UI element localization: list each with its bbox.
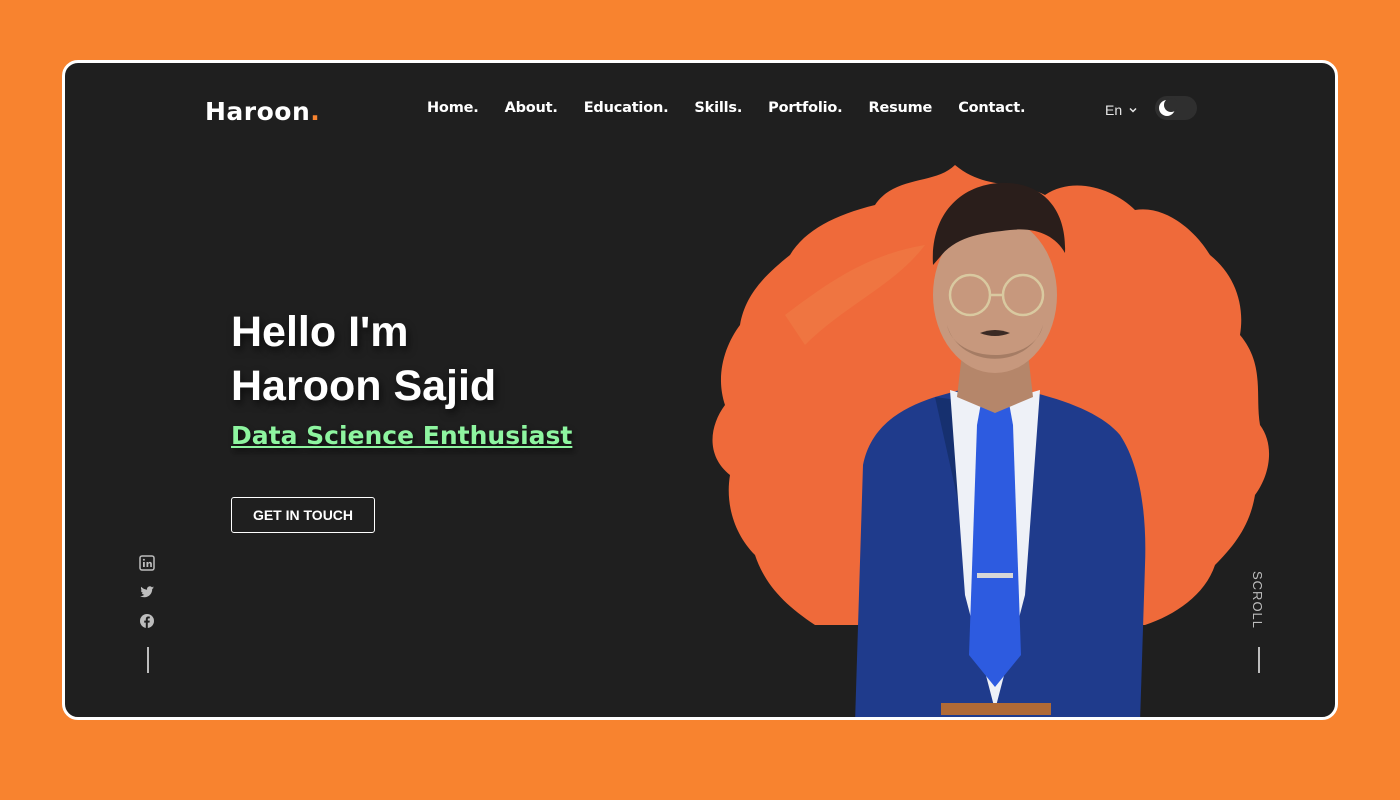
twitter-icon[interactable] <box>139 584 155 600</box>
hero-title: Hello I'm Haroon Sajid <box>231 305 496 413</box>
nav-resume[interactable]: Resume <box>869 100 933 116</box>
nav-skills[interactable]: Skills. <box>694 100 742 116</box>
profile-portrait <box>712 165 1270 717</box>
nav-portfolio[interactable]: Portfolio. <box>768 100 843 116</box>
chevron-down-icon <box>1129 107 1137 113</box>
social-links <box>139 555 155 629</box>
linkedin-icon[interactable] <box>139 555 155 571</box>
get-in-touch-button[interactable]: GET IN TOUCH <box>231 497 375 533</box>
social-divider <box>147 647 149 673</box>
language-select[interactable]: En <box>1105 102 1138 118</box>
hero-name: Haroon Sajid <box>231 362 497 410</box>
moon-icon <box>1159 98 1177 116</box>
brand-dot: . <box>310 97 321 126</box>
language-value: En <box>1105 102 1123 118</box>
theme-toggle[interactable] <box>1155 96 1197 120</box>
tie <box>969 403 1021 687</box>
main-nav: Home. About. Education. Skills. Portfoli… <box>427 100 1025 116</box>
nav-home[interactable]: Home. <box>427 100 479 116</box>
facebook-icon[interactable] <box>139 613 155 629</box>
nav-contact[interactable]: Contact. <box>958 100 1025 116</box>
nav-about[interactable]: About. <box>505 100 558 116</box>
hero-greeting: Hello I'm <box>231 308 409 356</box>
nav-education[interactable]: Education. <box>584 100 669 116</box>
brand-logo[interactable]: Haroon. <box>205 97 320 126</box>
brand-name: Haroon <box>205 97 311 126</box>
hero-subtitle: Data Science Enthusiast <box>231 421 573 450</box>
portfolio-window: Haroon. Home. About. Education. Skills. … <box>62 60 1338 720</box>
